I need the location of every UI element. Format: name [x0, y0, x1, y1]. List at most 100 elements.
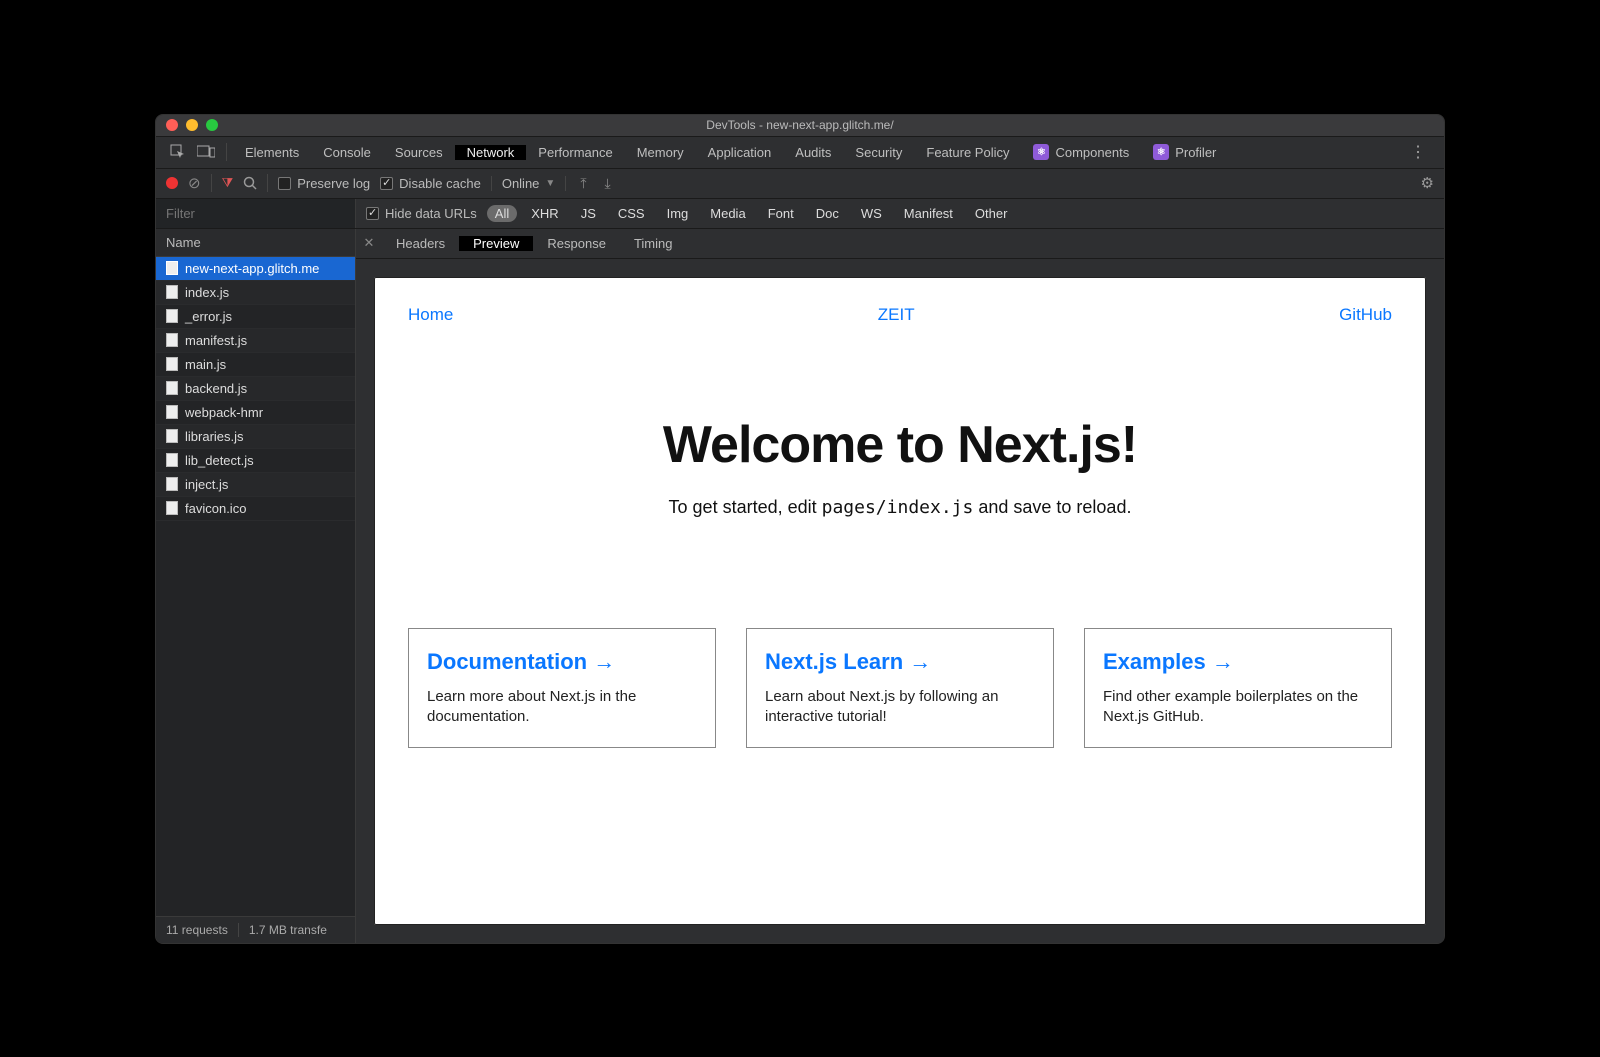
request-row[interactable]: favicon.ico	[156, 497, 355, 521]
tab-sources[interactable]: Sources	[383, 145, 455, 160]
filter-icon[interactable]: ⧩	[222, 175, 234, 191]
tab-performance[interactable]: Performance	[526, 145, 624, 160]
preview-card[interactable]: Documentation →Learn more about Next.js …	[408, 628, 716, 749]
document-icon	[166, 477, 178, 491]
request-name: webpack-hmr	[185, 405, 263, 420]
nav-link-github[interactable]: GitHub	[1339, 305, 1392, 325]
preview-card[interactable]: Next.js Learn →Learn about Next.js by fo…	[746, 628, 1054, 749]
filter-row: Hide data URLs All XHR JS CSS Img Media Font Do…	[156, 199, 1444, 229]
request-row[interactable]: new-next-app.glitch.me	[156, 257, 355, 281]
detail-tab-headers[interactable]: Headers	[382, 236, 459, 251]
tab-network[interactable]: Network	[455, 145, 527, 160]
filter-types: Hide data URLs All XHR JS CSS Img Media Font Do…	[356, 199, 1444, 228]
document-icon	[166, 285, 178, 299]
inspect-icon[interactable]	[164, 138, 192, 166]
name-column-header[interactable]: Name	[156, 229, 355, 257]
filter-type-media[interactable]: Media	[702, 205, 753, 222]
document-icon	[166, 429, 178, 443]
card-title: Next.js Learn →	[765, 649, 1035, 675]
nav-link-zeit[interactable]: ZEIT	[878, 305, 915, 325]
hide-data-urls-checkbox[interactable]: Hide data URLs	[366, 206, 477, 221]
filter-type-manifest[interactable]: Manifest	[896, 205, 961, 222]
status-bar: 11 requests 1.7 MB transfe	[156, 916, 355, 943]
disable-cache-checkbox[interactable]: Disable cache	[380, 176, 481, 191]
filter-input[interactable]	[156, 199, 356, 228]
filter-type-css[interactable]: CSS	[610, 205, 653, 222]
tab-console[interactable]: Console	[311, 145, 383, 160]
filter-type-font[interactable]: Font	[760, 205, 802, 222]
react-icon: ⚛	[1153, 144, 1169, 160]
request-row[interactable]: lib_detect.js	[156, 449, 355, 473]
document-icon	[166, 309, 178, 323]
settings-icon[interactable]: ⚙	[1421, 174, 1434, 192]
throttling-select[interactable]: Online ▼	[491, 176, 566, 191]
request-row[interactable]: index.js	[156, 281, 355, 305]
document-icon	[166, 405, 178, 419]
request-row[interactable]: manifest.js	[156, 329, 355, 353]
record-icon[interactable]	[166, 177, 178, 189]
request-name: lib_detect.js	[185, 453, 254, 468]
filter-type-ws[interactable]: WS	[853, 205, 890, 222]
tab-feature-policy[interactable]: Feature Policy	[914, 145, 1021, 160]
request-row[interactable]: _error.js	[156, 305, 355, 329]
status-requests: 11 requests	[166, 923, 228, 937]
request-name: favicon.ico	[185, 501, 246, 516]
tab-elements[interactable]: Elements	[233, 145, 311, 160]
request-row[interactable]: main.js	[156, 353, 355, 377]
document-icon	[166, 381, 178, 395]
preview-subtitle: To get started, edit pages/index.js and …	[408, 497, 1392, 518]
detail-tab-response[interactable]: Response	[533, 236, 620, 251]
request-name: main.js	[185, 357, 226, 372]
tab-components[interactable]: ⚛Components	[1021, 144, 1141, 160]
close-detail-icon[interactable]: ✕	[356, 235, 382, 251]
filter-type-js[interactable]: JS	[573, 205, 604, 222]
requests-sidebar: Name new-next-app.glitch.me index.js _erro…	[156, 229, 356, 943]
panel-tabs: ElementsConsoleSourcesNetworkPerformance…	[156, 137, 1444, 169]
detail-tab-timing[interactable]: Timing	[620, 236, 687, 251]
card-title: Documentation →	[427, 649, 697, 675]
clear-icon[interactable]: ⊘	[188, 174, 201, 192]
request-list: new-next-app.glitch.meindex.js_error.jsm…	[156, 257, 355, 916]
request-row[interactable]: inject.js	[156, 473, 355, 497]
request-name: backend.js	[185, 381, 247, 396]
document-icon	[166, 333, 178, 347]
more-menu-icon[interactable]: ⋮	[1400, 142, 1436, 162]
download-har-icon[interactable]: ⤓	[601, 175, 615, 192]
preserve-log-input[interactable]	[278, 177, 291, 190]
chevron-down-icon: ▼	[545, 178, 555, 189]
search-icon[interactable]	[243, 176, 257, 190]
request-row[interactable]: webpack-hmr	[156, 401, 355, 425]
document-icon	[166, 261, 178, 275]
filter-type-other[interactable]: Other	[967, 205, 1016, 222]
filter-type-xhr[interactable]: XHR	[523, 205, 566, 222]
document-icon	[166, 453, 178, 467]
tab-label: Components	[1055, 145, 1129, 160]
request-row[interactable]: libraries.js	[156, 425, 355, 449]
upload-har-icon[interactable]: ⤒	[576, 175, 590, 192]
preview-card[interactable]: Examples →Find other example boilerplate…	[1084, 628, 1392, 749]
titlebar: DevTools - new-next-app.glitch.me/	[156, 115, 1444, 137]
tab-profiler[interactable]: ⚛Profiler	[1141, 144, 1228, 160]
preserve-log-label: Preserve log	[297, 176, 370, 191]
request-name: index.js	[185, 285, 229, 300]
preview-shell: Home ZEIT GitHub Welcome to Next.js! To …	[356, 259, 1444, 943]
tab-memory[interactable]: Memory	[625, 145, 696, 160]
preview-sub-code: pages/index.js	[822, 497, 974, 518]
card-body: Find other example boilerplates on the N…	[1103, 687, 1373, 728]
preserve-log-checkbox[interactable]: Preserve log	[278, 176, 370, 191]
body: Name new-next-app.glitch.me index.js _erro…	[156, 229, 1444, 943]
device-toolbar-icon[interactable]	[192, 138, 220, 166]
filter-type-all[interactable]: All	[487, 205, 517, 222]
request-row[interactable]: backend.js	[156, 377, 355, 401]
tab-audits[interactable]: Audits	[783, 145, 843, 160]
detail-tab-preview[interactable]: Preview	[459, 236, 533, 251]
filter-type-img[interactable]: Img	[659, 205, 697, 222]
request-name: libraries.js	[185, 429, 244, 444]
tab-application[interactable]: Application	[696, 145, 784, 160]
filter-type-doc[interactable]: Doc	[808, 205, 847, 222]
request-name: new-next-app.glitch.me	[185, 261, 319, 276]
nav-link-home[interactable]: Home	[408, 305, 453, 325]
tab-security[interactable]: Security	[843, 145, 914, 160]
hide-data-urls-input[interactable]	[366, 207, 379, 220]
disable-cache-input[interactable]	[380, 177, 393, 190]
